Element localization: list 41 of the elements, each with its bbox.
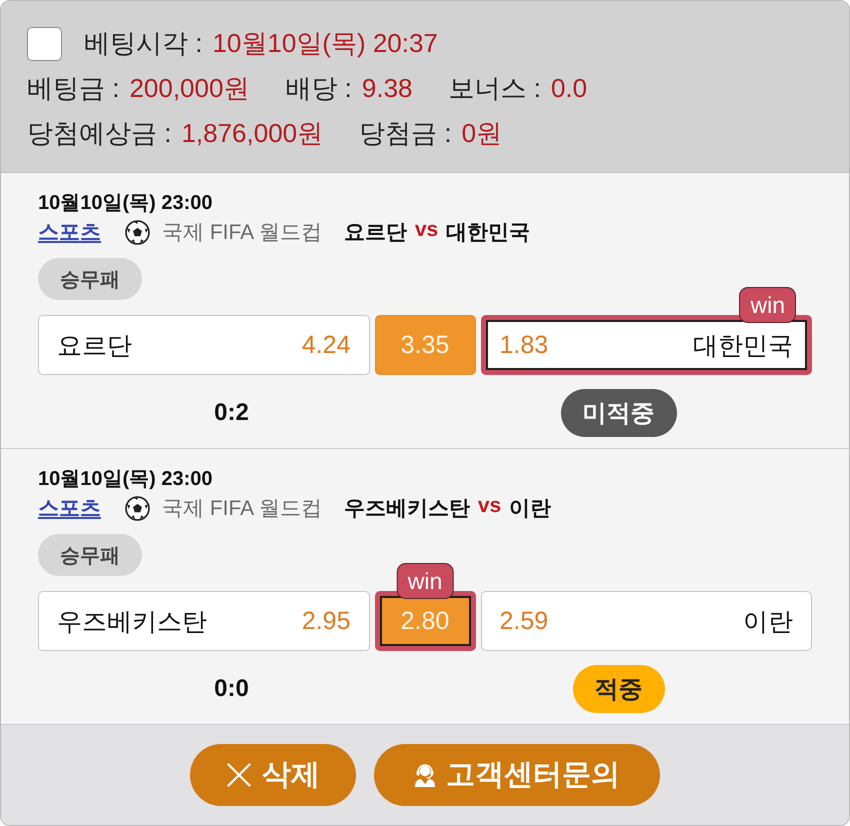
- win-badge: win: [396, 563, 454, 599]
- result-badge: 미적중: [560, 389, 676, 437]
- headset-icon: [414, 763, 436, 787]
- match-score: 0:0: [214, 675, 249, 703]
- win-badge: win: [739, 287, 796, 323]
- summary-value: 200,000원: [129, 72, 250, 105]
- soccer-ball-icon: [125, 220, 150, 244]
- summary-label: 당첨예상금 :: [27, 117, 172, 150]
- category-link[interactable]: 스포츠: [38, 494, 101, 522]
- summary-value: 9.38: [362, 73, 412, 104]
- summary-value: 1,876,000원: [181, 117, 324, 150]
- summary-value: 0.0: [550, 73, 588, 104]
- summary-value: 10월10일(목) 20:37: [212, 27, 438, 60]
- summary-label: 당첨금 :: [359, 117, 452, 150]
- odds-option[interactable]: 요르단 4.24: [38, 315, 370, 375]
- close-icon: [226, 762, 252, 788]
- versus-label: vs: [414, 218, 438, 243]
- away-team-name: 이란: [509, 496, 552, 522]
- match-date: 10월10일(목) 23:00: [38, 467, 214, 491]
- summary-label: 베팅시각 :: [84, 27, 202, 60]
- category-link[interactable]: 스포츠: [38, 218, 101, 246]
- odds-option[interactable]: 1.83 대한민국: [480, 315, 812, 375]
- league-name: 국제 FIFA 월드컵: [162, 220, 322, 246]
- versus-label: vs: [478, 494, 502, 519]
- away-team-name: 대한민국: [446, 220, 530, 246]
- match-score: 0:2: [214, 399, 249, 427]
- summary-label: 베팅금 :: [27, 72, 120, 105]
- market-tag: 승무패: [38, 534, 142, 576]
- home-team-name: 우즈베키스탄: [344, 496, 470, 522]
- odds-option[interactable]: 2.59 이란: [480, 591, 812, 651]
- market-tag: 승무패: [38, 258, 142, 300]
- league-name: 국제 FIFA 월드컵: [162, 496, 322, 522]
- odds-option[interactable]: 우즈베키스탄 2.95: [38, 591, 370, 651]
- checkbox[interactable]: [27, 26, 62, 60]
- match-date: 10월10일(목) 23:00: [38, 191, 214, 215]
- summary-value: 0원: [462, 117, 502, 150]
- home-team-name: 요르단: [344, 220, 407, 246]
- soccer-ball-icon: [125, 496, 150, 520]
- summary-label: 보너스 :: [448, 72, 541, 105]
- result-badge: 적중: [572, 665, 664, 713]
- summary-label: 배당 :: [285, 72, 352, 105]
